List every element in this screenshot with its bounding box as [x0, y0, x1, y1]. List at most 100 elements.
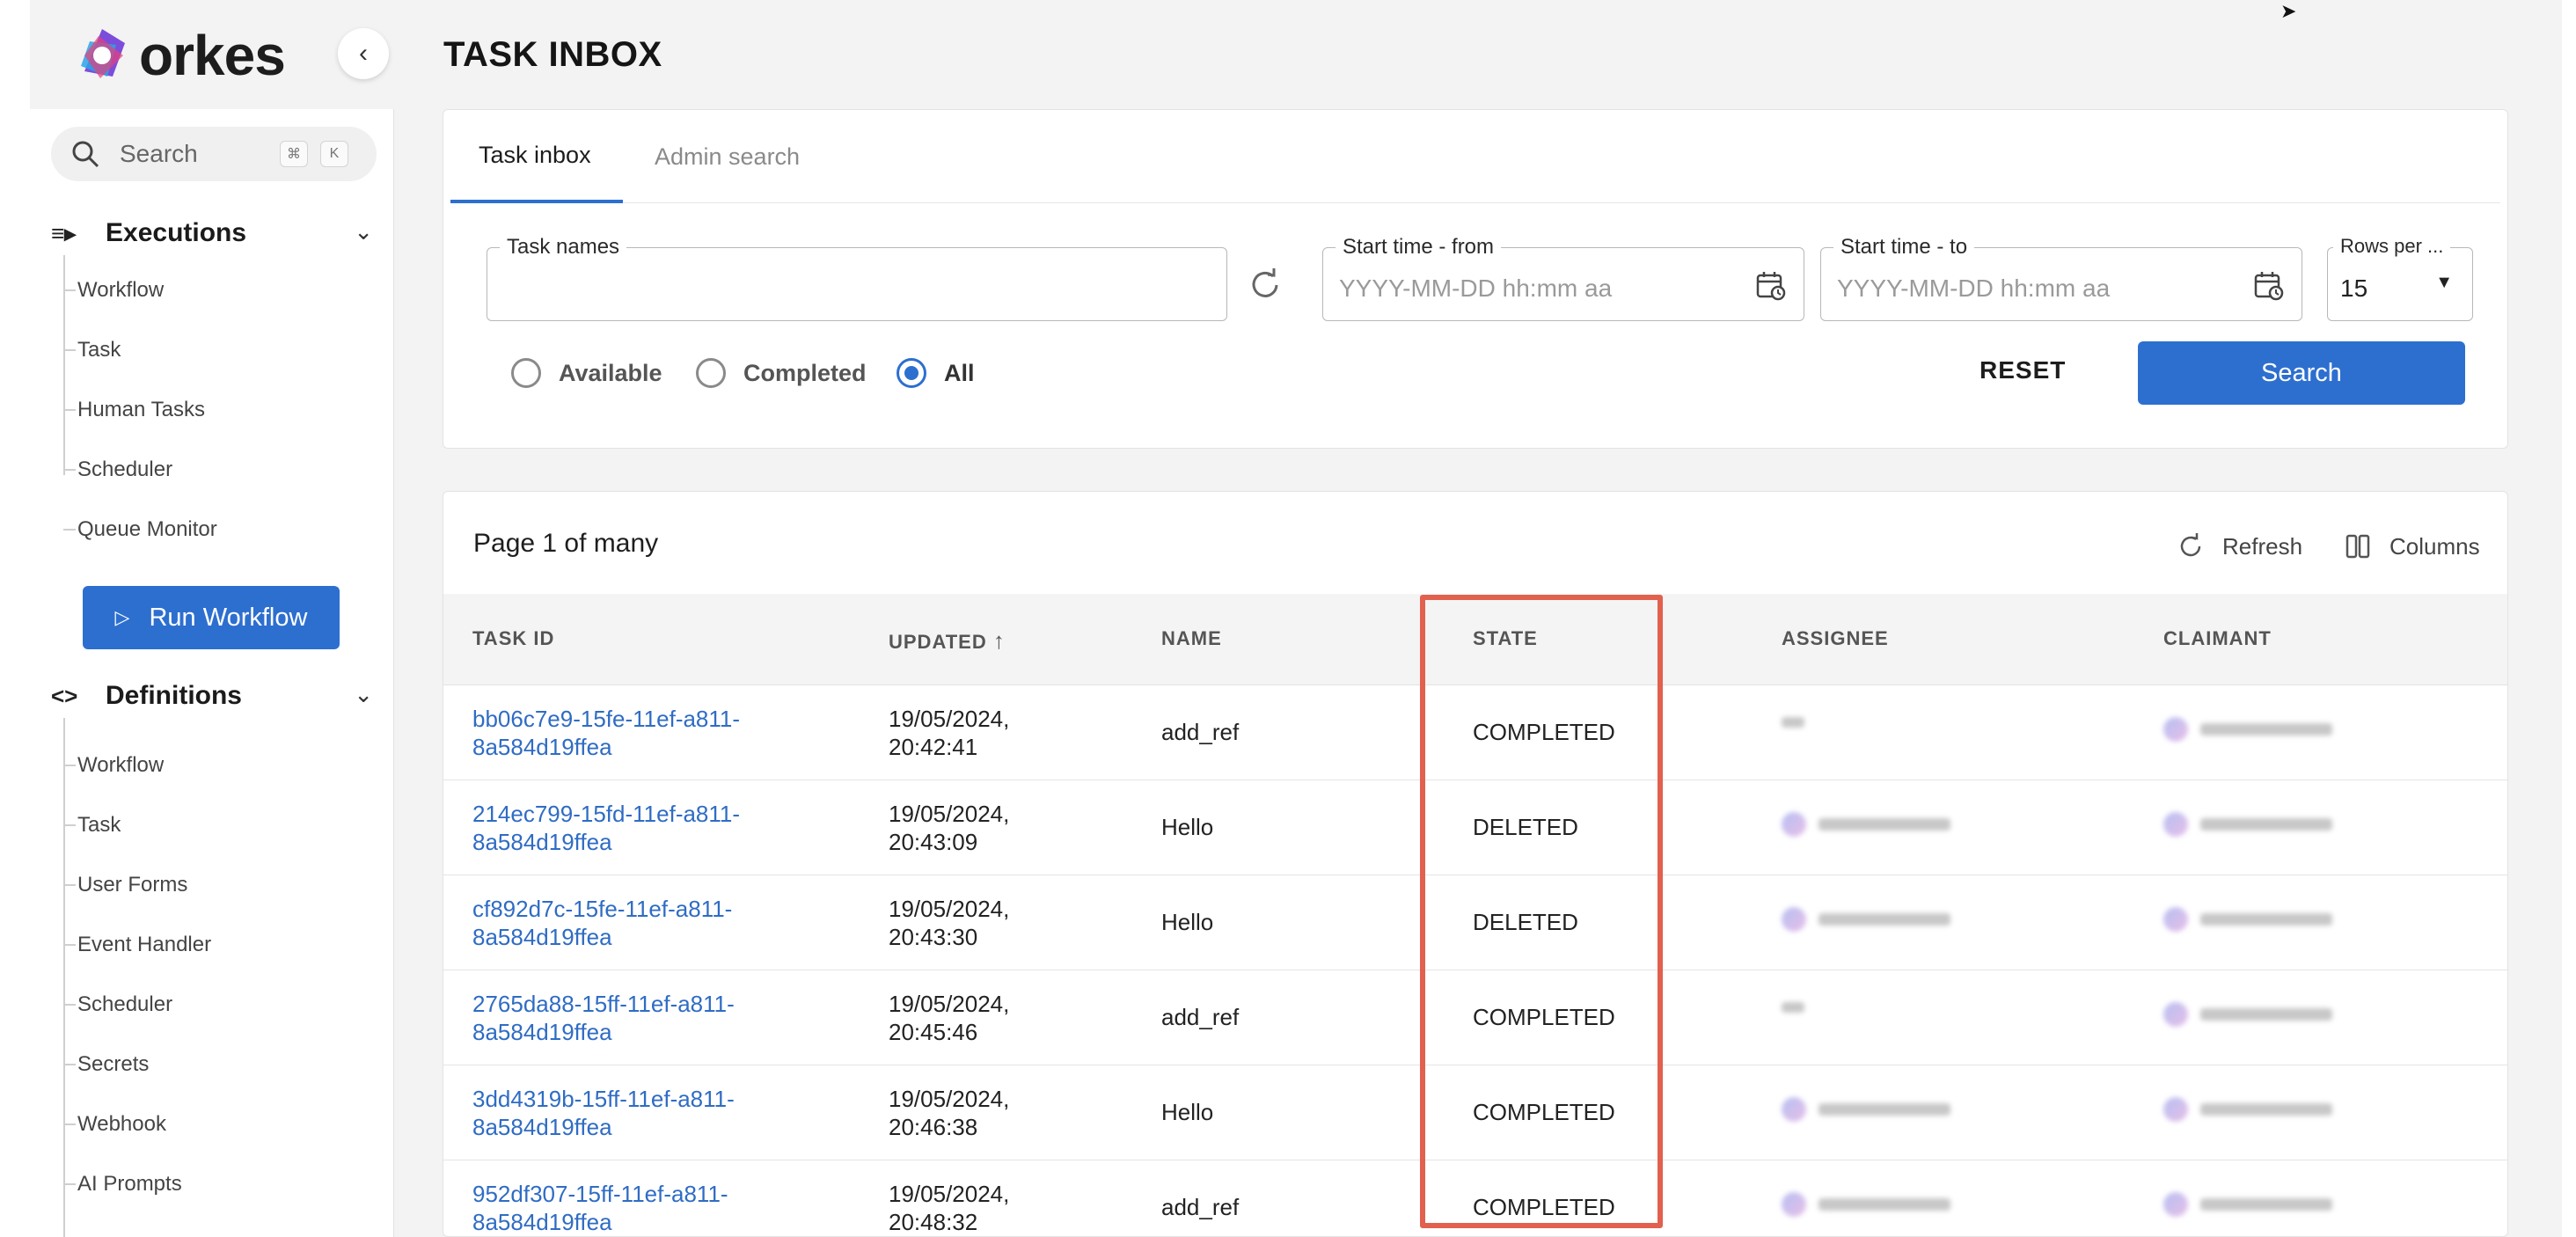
shortcut-key-cmd: ⌘ [280, 141, 308, 167]
tree-line [63, 718, 65, 1237]
columns-icon [2345, 534, 2370, 559]
start-time-from-placeholder: YYYY-MM-DD hh:mm aa [1339, 274, 1613, 302]
column-header-assignee[interactable]: ASSIGNEE [1782, 627, 1889, 650]
sidebar-item-executions-task[interactable]: Task [63, 333, 354, 368]
chevron-down-icon: ⌄ [354, 218, 373, 245]
tab-admin-search[interactable]: Admin search [626, 110, 828, 203]
sidebar-item-event-handler[interactable]: Event Handler [63, 927, 354, 963]
collapse-sidebar-button[interactable]: ‹ [338, 28, 389, 79]
sidebar-item-definitions-task[interactable]: Task [63, 808, 354, 843]
name-cell: Hello [1161, 909, 1214, 935]
shortcut-key-k: K [320, 141, 348, 167]
sidebar-search[interactable]: Search ⌘ K [51, 127, 377, 181]
search-button[interactable]: Search [2138, 341, 2465, 405]
sort-ascending-icon: ↑ [992, 627, 1006, 654]
task-id-link[interactable]: cf892d7c-15fe-11ef-a811- 8a584d19ffea [472, 895, 732, 951]
definitions-section-header[interactable]: <> Definitions ⌄ [51, 674, 377, 718]
sidebar-item-secrets[interactable]: Secrets [63, 1047, 354, 1082]
refresh-label: Refresh [2222, 532, 2303, 560]
run-workflow-button[interactable]: ▷ Run Workflow [83, 586, 340, 649]
radio-circle [896, 358, 926, 388]
search-icon [72, 141, 99, 168]
sidebar-item-webhook[interactable]: Webhook [63, 1107, 354, 1142]
claimant-redacted [2163, 907, 2332, 932]
claimant-redacted [2163, 1097, 2332, 1122]
updated-cell: 19/05/2024, 20:43:30 [889, 896, 1010, 950]
updated-cell: 19/05/2024, 20:45:46 [889, 991, 1010, 1045]
claimant-redacted [2163, 812, 2332, 837]
start-time-from-field[interactable]: Start time - from YYYY-MM-DD hh:mm aa [1322, 235, 1804, 321]
code-icon: <> [51, 682, 78, 709]
assignee-redacted [1782, 907, 1950, 932]
claimant-redacted [2163, 1002, 2332, 1027]
calendar-icon[interactable] [2252, 269, 2286, 303]
page-title: TASK INBOX [443, 35, 662, 74]
assignee-redacted [1782, 717, 1804, 728]
assignee-redacted [1782, 1097, 1950, 1122]
tab-task-inbox[interactable]: Task inbox [450, 110, 623, 203]
sidebar-search-placeholder: Search [120, 140, 198, 167]
sidebar-item-user-forms[interactable]: User Forms [63, 867, 354, 903]
task-id-link[interactable]: 3dd4319b-15ff-11ef-a811- 8a584d19ffea [472, 1085, 735, 1141]
executions-section-header[interactable]: ≡▸ Executions ⌄ [51, 211, 377, 255]
reset-button[interactable]: RESET [1980, 356, 2066, 384]
name-cell: Hello [1161, 1099, 1214, 1125]
task-id-link[interactable]: 952df307-15ff-11ef-a811- 8a584d19ffea [472, 1180, 728, 1236]
left-margin [0, 0, 30, 1237]
start-time-to-label: Start time - to [1833, 235, 1975, 260]
executions-label: Executions [106, 218, 247, 247]
name-cell: add_ref [1161, 1004, 1240, 1030]
sidebar-item-definitions-workflow[interactable]: Workflow [63, 748, 354, 783]
chevron-left-icon: ‹ [359, 39, 368, 68]
refresh-icon[interactable] [1245, 265, 1285, 305]
sidebar-panel: Search ⌘ K ≡▸ Executions ⌄ Workflow Task… [30, 109, 394, 1237]
definitions-label: Definitions [106, 681, 242, 710]
mouse-cursor-icon: ➤ [2280, 0, 2297, 22]
task-id-link[interactable]: 214ec799-15fd-11ef-a811- 8a584d19ffea [472, 800, 740, 856]
calendar-icon[interactable] [1754, 269, 1788, 303]
sidebar-item-definitions-scheduler[interactable]: Scheduler [63, 987, 354, 1022]
column-header-task-id[interactable]: TASK ID [472, 627, 554, 650]
radio-available[interactable]: Available [511, 358, 662, 388]
start-time-to-field[interactable]: Start time - to YYYY-MM-DD hh:mm aa [1820, 235, 2302, 321]
sidebar-item-queue-monitor[interactable]: Queue Monitor [63, 512, 354, 547]
column-header-updated[interactable]: UPDATED ↑ [889, 627, 1006, 655]
page-info: Page 1 of many [473, 529, 659, 558]
sidebar-item-ai-prompts[interactable]: AI Prompts [63, 1167, 354, 1202]
refresh-icon [2180, 533, 2201, 557]
column-header-name[interactable]: NAME [1161, 627, 1222, 650]
sidebar: orkes ‹ Search ⌘ K ≡▸ Executions ⌄ Workf… [30, 0, 394, 1237]
caret-down-icon: ▼ [2435, 273, 2453, 292]
chevron-down-icon: ⌄ [354, 681, 373, 707]
rows-per-page-label: Rows per ... [2333, 235, 2451, 258]
tab-bar: Task inbox Admin search [450, 110, 2500, 203]
radio-completed-label: Completed [743, 359, 867, 386]
updated-cell: 19/05/2024, 20:48:32 [889, 1181, 1010, 1235]
right-margin [2562, 0, 2576, 1237]
sidebar-item-human-tasks[interactable]: Human Tasks [63, 392, 354, 428]
columns-label: Columns [2389, 532, 2480, 560]
columns-button[interactable]: Columns [2344, 532, 2480, 560]
radio-available-label: Available [559, 359, 662, 386]
rows-per-page-value: 15 [2340, 274, 2368, 302]
assignee-redacted [1782, 812, 1950, 837]
sidebar-item-executions-workflow[interactable]: Workflow [63, 273, 354, 308]
brand-name: orkes [139, 24, 286, 87]
task-id-link[interactable]: 2765da88-15ff-11ef-a811- 8a584d19ffea [472, 990, 735, 1046]
assignee-redacted [1782, 1192, 1950, 1217]
rows-per-page-select[interactable]: Rows per ... 15 ▼ [2327, 235, 2473, 321]
radio-all-label: All [944, 359, 975, 386]
claimant-redacted [2163, 717, 2332, 742]
brand-logo[interactable]: orkes [72, 23, 286, 88]
radio-circle [696, 358, 726, 388]
radio-circle [511, 358, 541, 388]
play-icon: ▷ [114, 606, 130, 628]
task-id-link[interactable]: bb06c7e9-15fe-11ef-a811- 8a584d19ffea [472, 705, 740, 761]
column-header-claimant[interactable]: CLAIMANT [2163, 627, 2272, 650]
sidebar-item-executions-scheduler[interactable]: Scheduler [63, 452, 354, 487]
refresh-button[interactable]: Refresh [2177, 532, 2302, 560]
assignee-redacted [1782, 1002, 1804, 1013]
radio-completed[interactable]: Completed [696, 358, 867, 388]
task-names-field[interactable]: Task names [487, 235, 1227, 321]
radio-all[interactable]: All [896, 358, 975, 388]
